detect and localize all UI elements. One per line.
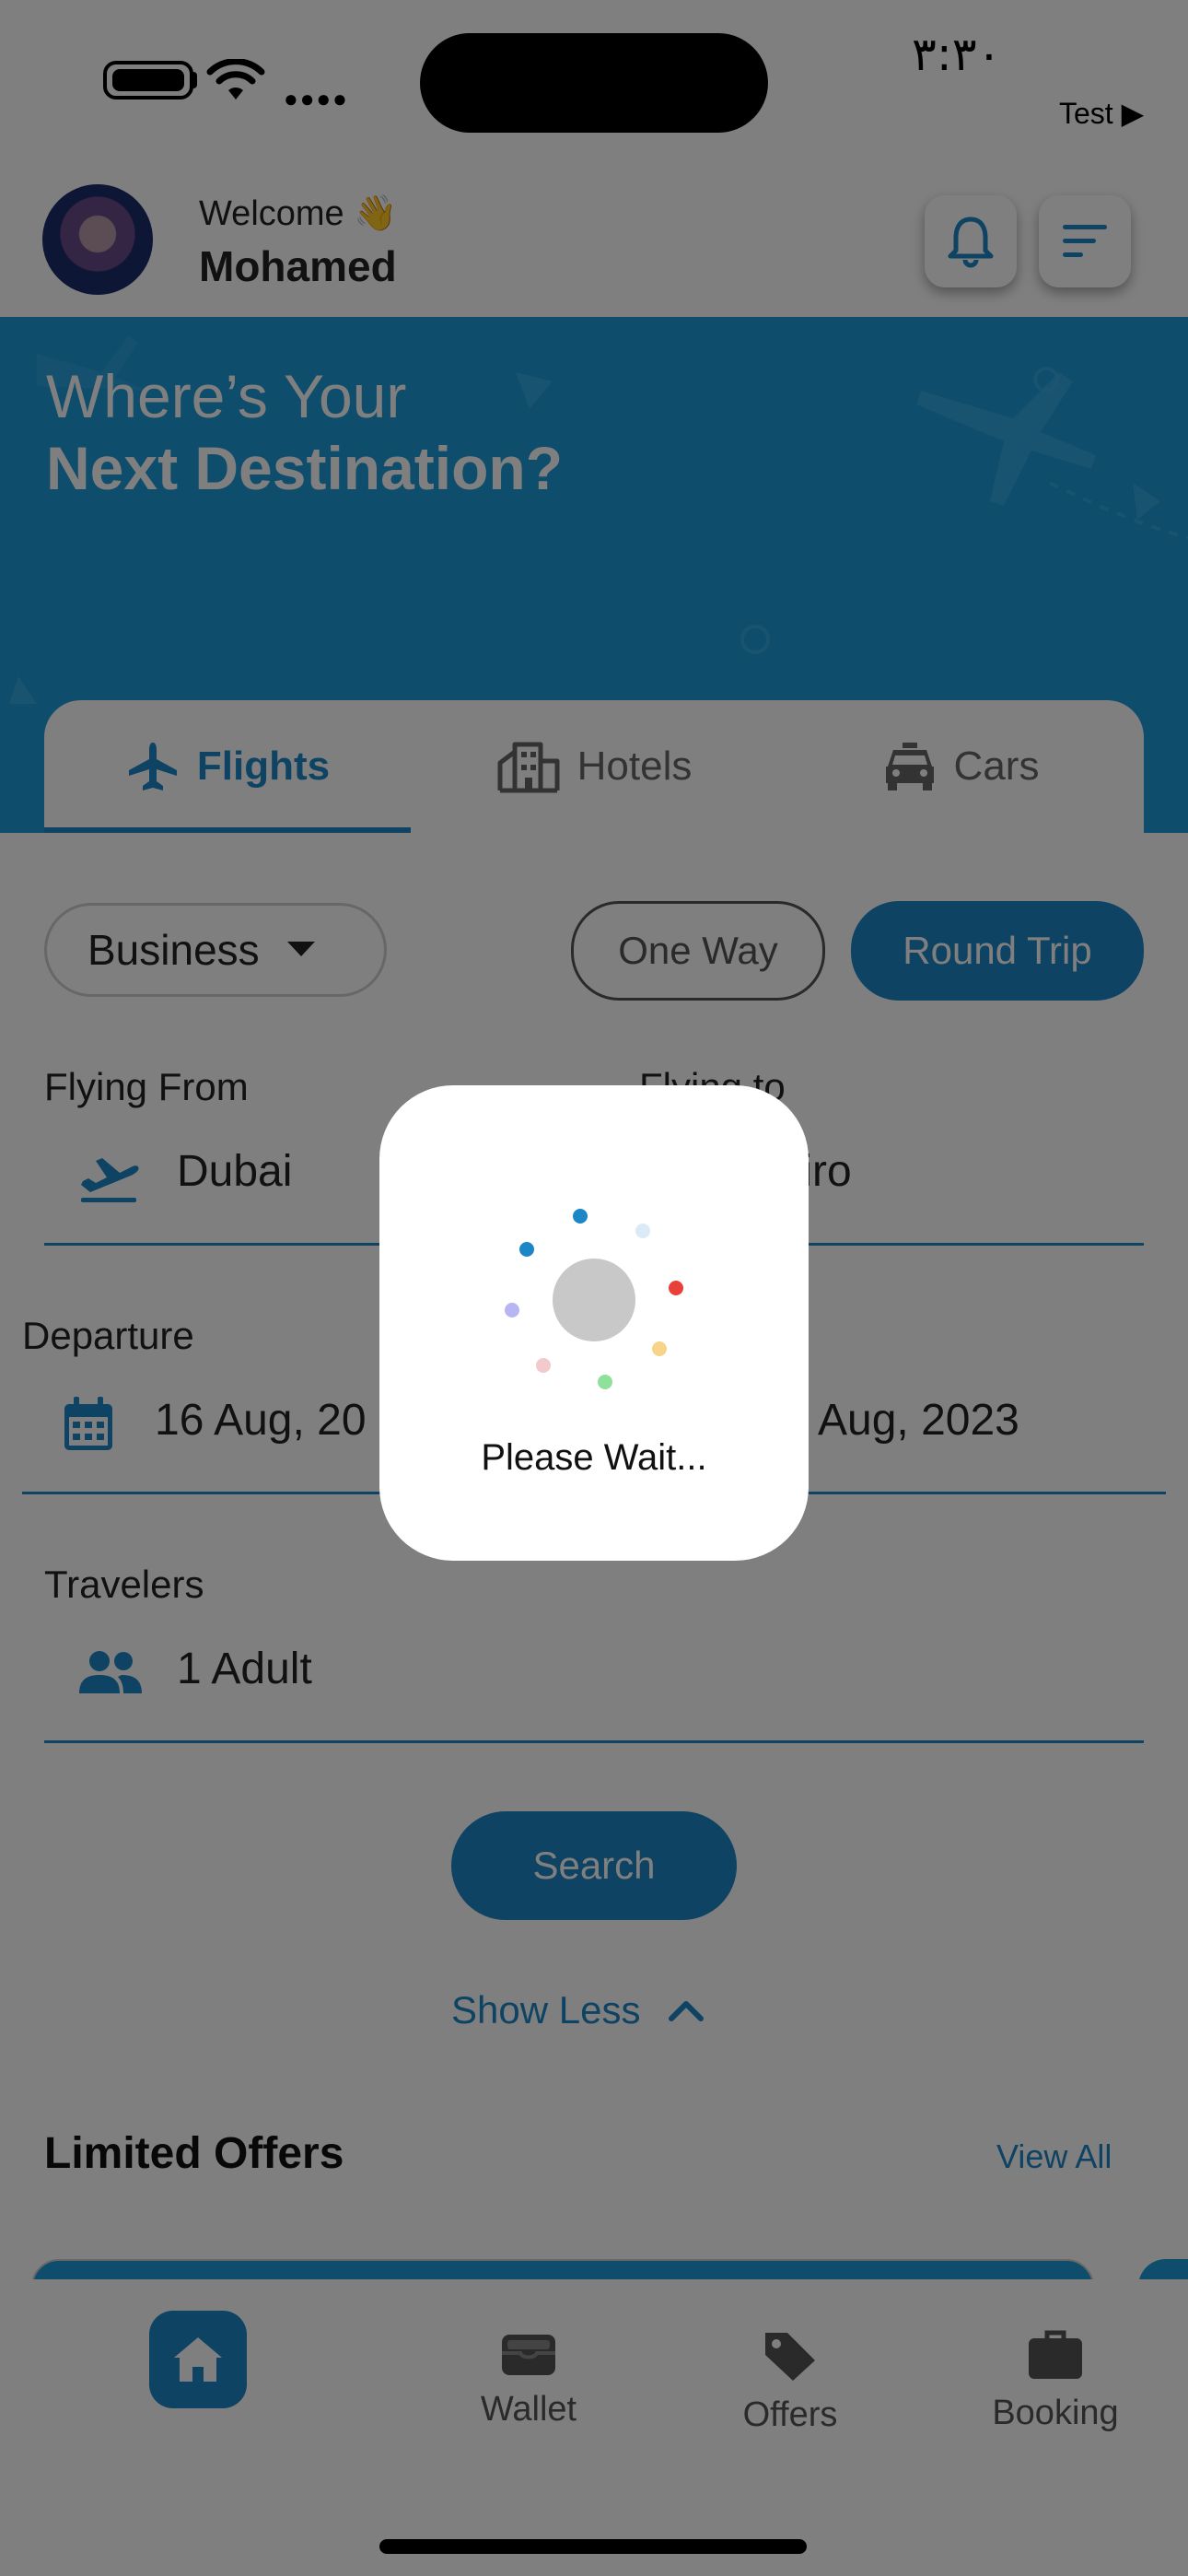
loading-spinner: [553, 1259, 635, 1341]
please-wait-text: Please Wait...: [481, 1437, 707, 1478]
spinner-dot: [519, 1242, 534, 1257]
spinner-dot: [635, 1224, 650, 1238]
spinner-dot: [669, 1281, 683, 1295]
spinner-dot: [505, 1303, 519, 1317]
spinner-dot: [652, 1341, 667, 1356]
spinner-dot: [536, 1358, 551, 1373]
spinner-dot: [573, 1209, 588, 1224]
spinner-dot: [598, 1375, 612, 1389]
